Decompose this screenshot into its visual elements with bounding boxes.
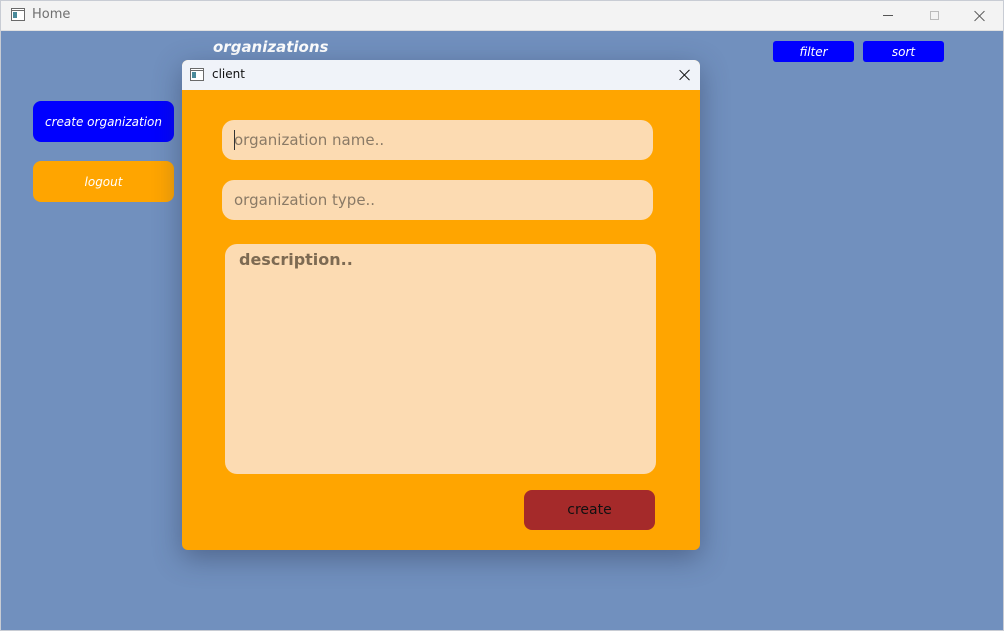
- close-window-button[interactable]: [957, 1, 1003, 30]
- create-button[interactable]: create: [524, 490, 655, 530]
- sort-button[interactable]: sort: [863, 41, 944, 62]
- window-titlebar: Home: [1, 1, 1003, 31]
- close-icon: [974, 10, 986, 22]
- client-dialog: client create: [182, 60, 700, 550]
- text-caret: [234, 130, 235, 150]
- maximize-icon: [929, 11, 939, 20]
- dialog-title: client: [212, 67, 245, 81]
- description-textarea[interactable]: [225, 244, 656, 474]
- dialog-close-button[interactable]: [670, 60, 700, 90]
- window-title: Home: [32, 7, 71, 22]
- organization-name-input[interactable]: [222, 120, 653, 160]
- page-heading: organizations: [213, 38, 329, 56]
- organization-type-input[interactable]: [222, 180, 653, 220]
- dialog-titlebar: client: [182, 60, 700, 90]
- minimize-button[interactable]: [865, 1, 911, 30]
- close-icon: [679, 69, 691, 81]
- create-organization-button[interactable]: create organization: [33, 101, 174, 142]
- app-window-icon: [11, 8, 25, 21]
- logout-button[interactable]: logout: [33, 161, 174, 202]
- filter-button[interactable]: filter: [773, 41, 854, 62]
- dialog-app-icon: [190, 68, 204, 81]
- minimize-icon: [883, 15, 893, 16]
- maximize-button[interactable]: [911, 1, 957, 30]
